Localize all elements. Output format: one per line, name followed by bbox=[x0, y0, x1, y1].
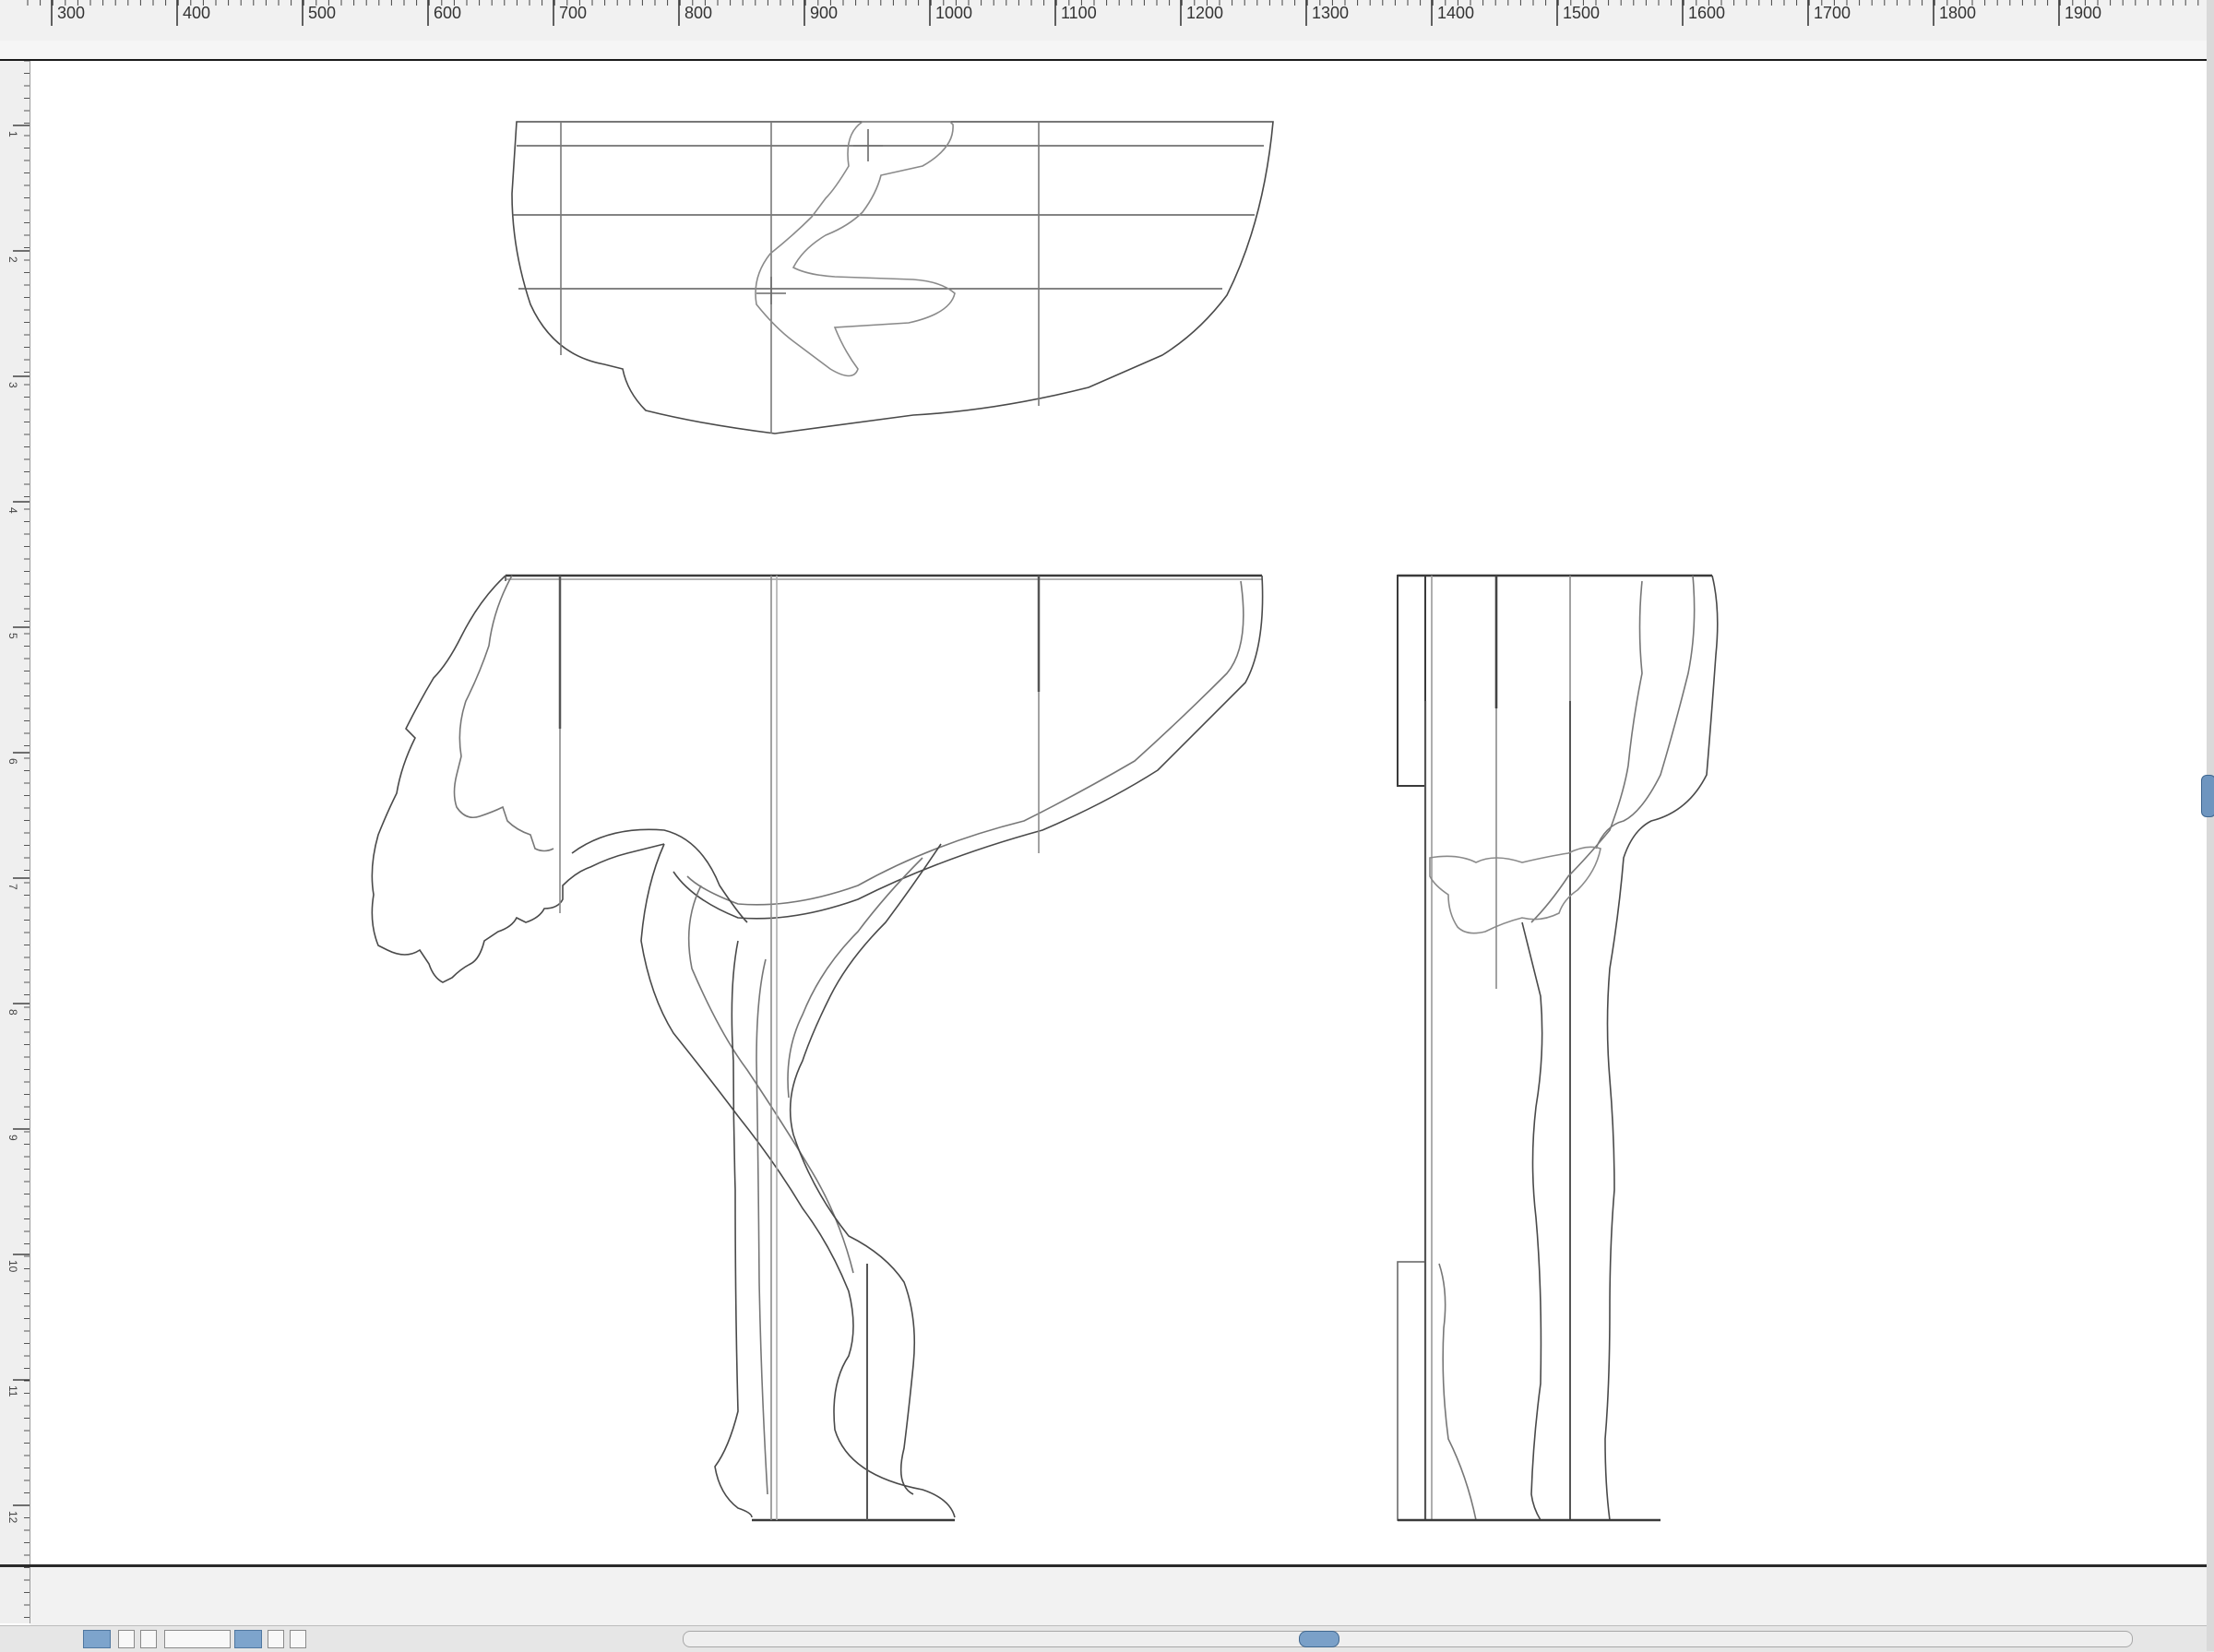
vruler-label: 11 bbox=[6, 1385, 19, 1397]
vruler-label: 9 bbox=[6, 1135, 19, 1141]
horizontal-ruler[interactable]: 300 400 500 600 700 800 900 1000 1100 1200 1300 140… bbox=[0, 0, 2214, 42]
vruler-label: 2 bbox=[6, 256, 19, 263]
drawing-canvas[interactable] bbox=[30, 61, 2207, 1564]
side-neck-outline bbox=[1530, 580, 1643, 923]
scrollbar-thumb[interactable] bbox=[1299, 1631, 1339, 1647]
leg-left-foot-inner bbox=[756, 958, 768, 1495]
side-leg-outline bbox=[1521, 921, 1543, 1521]
ruler-label: 300 bbox=[57, 4, 85, 22]
vruler-label: 10 bbox=[6, 1260, 19, 1273]
vertical-ruler[interactable]: 1 2 3 4 5 6 7 8 9 10 11 12 bbox=[0, 60, 30, 1623]
bottom-panel bbox=[30, 1567, 2207, 1625]
page-next-button[interactable] bbox=[290, 1630, 306, 1648]
top-view-outline bbox=[511, 121, 1274, 434]
prev-button[interactable] bbox=[118, 1630, 135, 1648]
top-view-bird-shape bbox=[755, 121, 956, 377]
cad-drawing bbox=[371, 121, 1719, 1522]
body-outline-outer bbox=[673, 575, 1264, 920]
ruler-label: 700 bbox=[559, 4, 587, 22]
status-bar bbox=[0, 1625, 2214, 1652]
vruler-label: 8 bbox=[6, 1009, 19, 1016]
page-button[interactable] bbox=[234, 1630, 262, 1648]
leg-back-inner bbox=[787, 857, 923, 1099]
ruler-label: 1100 bbox=[1061, 4, 1097, 22]
ruler-label: 1300 bbox=[1312, 4, 1349, 22]
side-body-outline bbox=[1604, 575, 1719, 1521]
next-button[interactable] bbox=[140, 1630, 157, 1648]
tail-feathers bbox=[371, 575, 665, 983]
vruler-label: 1 bbox=[6, 131, 19, 137]
vruler-label: 5 bbox=[6, 633, 19, 639]
ruler-label: 1500 bbox=[1563, 4, 1600, 22]
ruler-gutter bbox=[0, 41, 2207, 61]
vruler-label: 12 bbox=[6, 1511, 19, 1524]
ruler-label: 1800 bbox=[1939, 4, 1976, 22]
ruler-label: 800 bbox=[684, 4, 712, 22]
ruler-label: 1700 bbox=[1814, 4, 1851, 22]
ruler-label: 900 bbox=[810, 4, 838, 22]
ruler-label: 600 bbox=[434, 4, 461, 22]
top-view bbox=[511, 121, 1274, 434]
side-leg-left bbox=[1438, 1263, 1477, 1521]
vruler-label: 3 bbox=[6, 382, 19, 388]
tail-feathers-inner bbox=[453, 575, 554, 852]
side-block-lower bbox=[1397, 1261, 1426, 1521]
ruler-label: 1000 bbox=[935, 4, 972, 22]
front-view bbox=[371, 574, 1264, 1522]
vruler-label: 7 bbox=[6, 884, 19, 890]
leg-back-outer bbox=[789, 843, 942, 1495]
side-feathers bbox=[1429, 846, 1601, 934]
horizontal-scrollbar[interactable] bbox=[683, 1631, 2133, 1647]
ruler-label: 1900 bbox=[2065, 4, 2101, 22]
ruler-label: 1200 bbox=[1186, 4, 1223, 22]
layer-button[interactable] bbox=[83, 1630, 111, 1648]
ruler-label: 1600 bbox=[1688, 4, 1725, 22]
side-view bbox=[1397, 574, 1719, 1522]
vertical-scroll-handle[interactable] bbox=[2201, 775, 2214, 817]
vruler-label: 4 bbox=[6, 507, 19, 514]
vertical-scrollbar[interactable] bbox=[2207, 0, 2214, 1651]
vruler-label: 6 bbox=[6, 758, 19, 765]
ruler-ticks: 300 400 500 600 700 800 900 1000 1100 1200 1300 140… bbox=[27, 0, 2199, 26]
ruler-label: 1400 bbox=[1437, 4, 1474, 22]
ruler-label: 400 bbox=[183, 4, 210, 22]
side-block-upper bbox=[1397, 575, 1426, 787]
ruler-label: 500 bbox=[308, 4, 336, 22]
zoom-field[interactable] bbox=[164, 1630, 231, 1648]
vertical-ruler-ticks: 123456789101112 bbox=[6, 60, 30, 1618]
page-prev-button[interactable] bbox=[268, 1630, 284, 1648]
neck-line bbox=[571, 828, 748, 923]
